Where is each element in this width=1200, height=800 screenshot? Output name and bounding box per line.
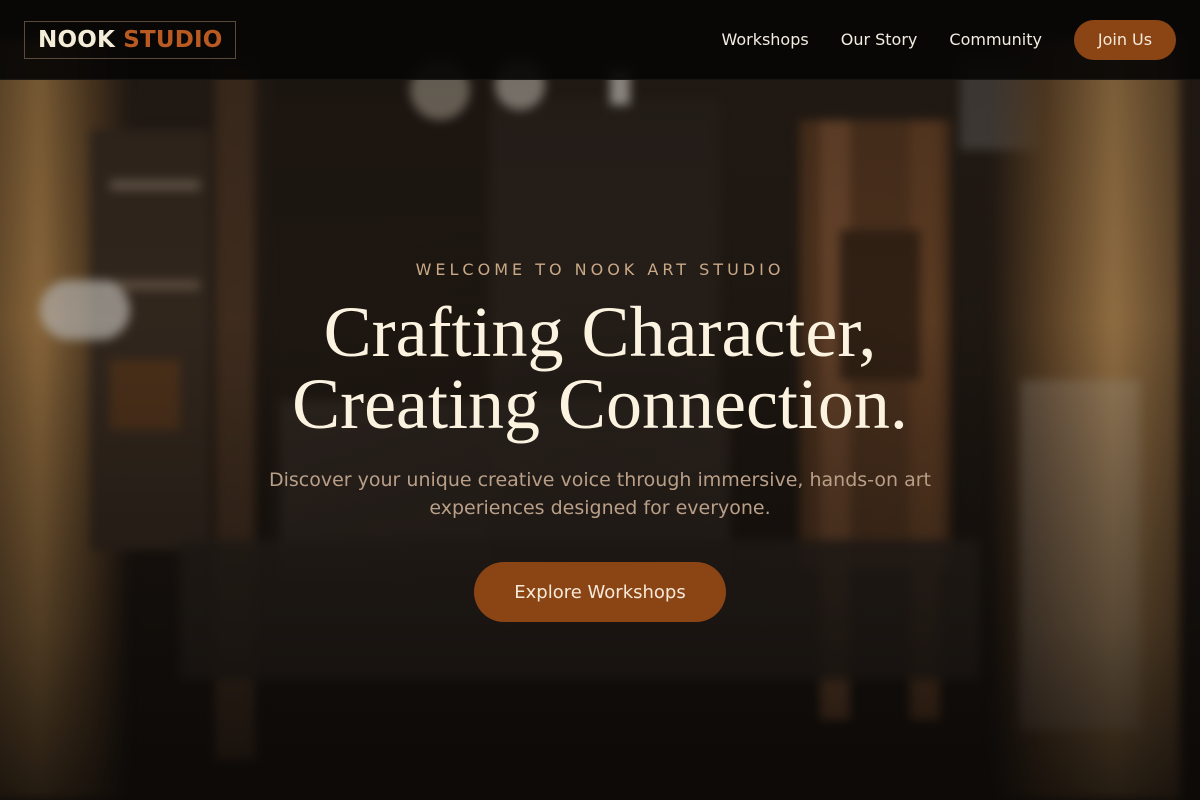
hero-section: WELCOME TO NOOK ART STUDIO Crafting Char… — [0, 80, 1200, 800]
hero-eyebrow: WELCOME TO NOOK ART STUDIO — [415, 260, 785, 279]
hero-headline-line1: Crafting Character, — [323, 292, 877, 372]
main-nav: Workshops Our Story Community Join Us — [721, 19, 1176, 60]
nav-link-workshops[interactable]: Workshops — [721, 30, 808, 49]
hero-subtitle: Discover your unique creative voice thro… — [268, 469, 931, 519]
hero-headline-line2: Creating Connection. — [292, 364, 908, 444]
logo-word-studio: STUDIO — [123, 26, 223, 53]
explore-workshops-button[interactable]: Explore Workshops — [474, 562, 726, 622]
nav-link-our-story[interactable]: Our Story — [841, 30, 918, 49]
join-us-button[interactable]: Join Us — [1074, 19, 1176, 60]
hero-headline: Crafting Character, Creating Connection. — [0, 296, 1200, 440]
logo-word-nook: NOOK — [38, 26, 115, 53]
site-header: NOOK STUDIO Workshops Our Story Communit… — [0, 0, 1200, 80]
nav-link-community[interactable]: Community — [949, 30, 1042, 49]
site-logo[interactable]: NOOK STUDIO — [24, 20, 236, 59]
